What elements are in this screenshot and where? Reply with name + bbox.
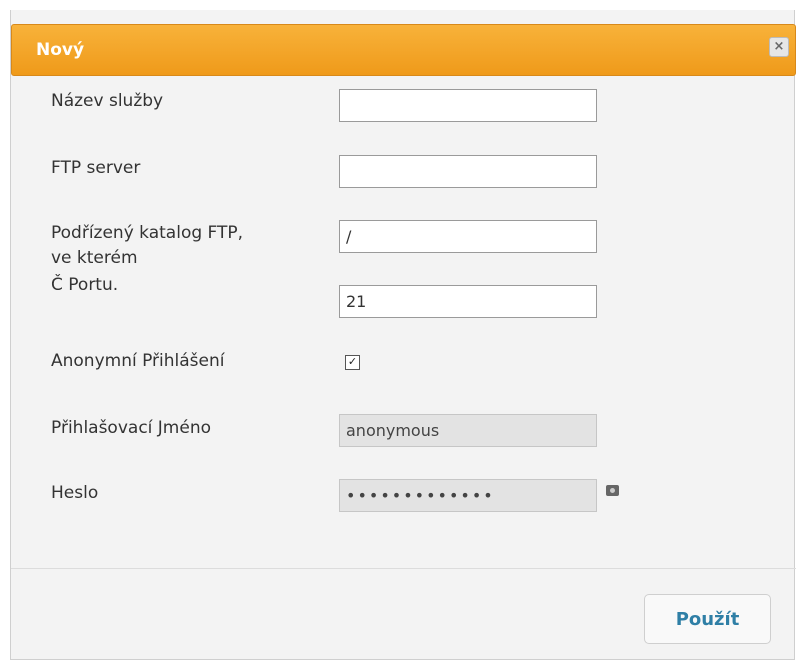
close-icon[interactable]: ×	[769, 37, 789, 57]
anonymous-login-checkbox[interactable]: ✓	[345, 355, 360, 370]
ftp-subdir-label-line2: ve kterém	[51, 248, 138, 268]
port-label: Č Portu.	[51, 275, 119, 295]
anonymous-login-label: Anonymní Přihlášení	[51, 351, 225, 371]
dialog-titlebar: Nový ×	[11, 24, 796, 76]
ftp-server-input[interactable]	[339, 155, 597, 188]
ftp-dialog: Nový × Název služby FTP server Podřízený…	[10, 10, 796, 660]
apply-button[interactable]: Použít	[644, 594, 771, 644]
show-password-icon[interactable]	[606, 485, 619, 496]
password-label: Heslo	[51, 483, 99, 503]
password-input[interactable]	[339, 479, 597, 512]
username-label: Přihlašovací Jméno	[51, 418, 211, 438]
ftp-server-label: FTP server	[51, 158, 141, 178]
dialog-title: Nový	[36, 40, 85, 60]
port-input[interactable]	[339, 285, 597, 318]
ftp-subdir-label-line1: Podřízený katalog FTP,	[51, 223, 244, 243]
service-name-input[interactable]	[339, 89, 597, 122]
username-input[interactable]	[339, 414, 597, 447]
ftp-subdir-input[interactable]	[339, 220, 597, 253]
service-name-label: Název služby	[51, 91, 164, 111]
footer-divider	[11, 568, 796, 569]
